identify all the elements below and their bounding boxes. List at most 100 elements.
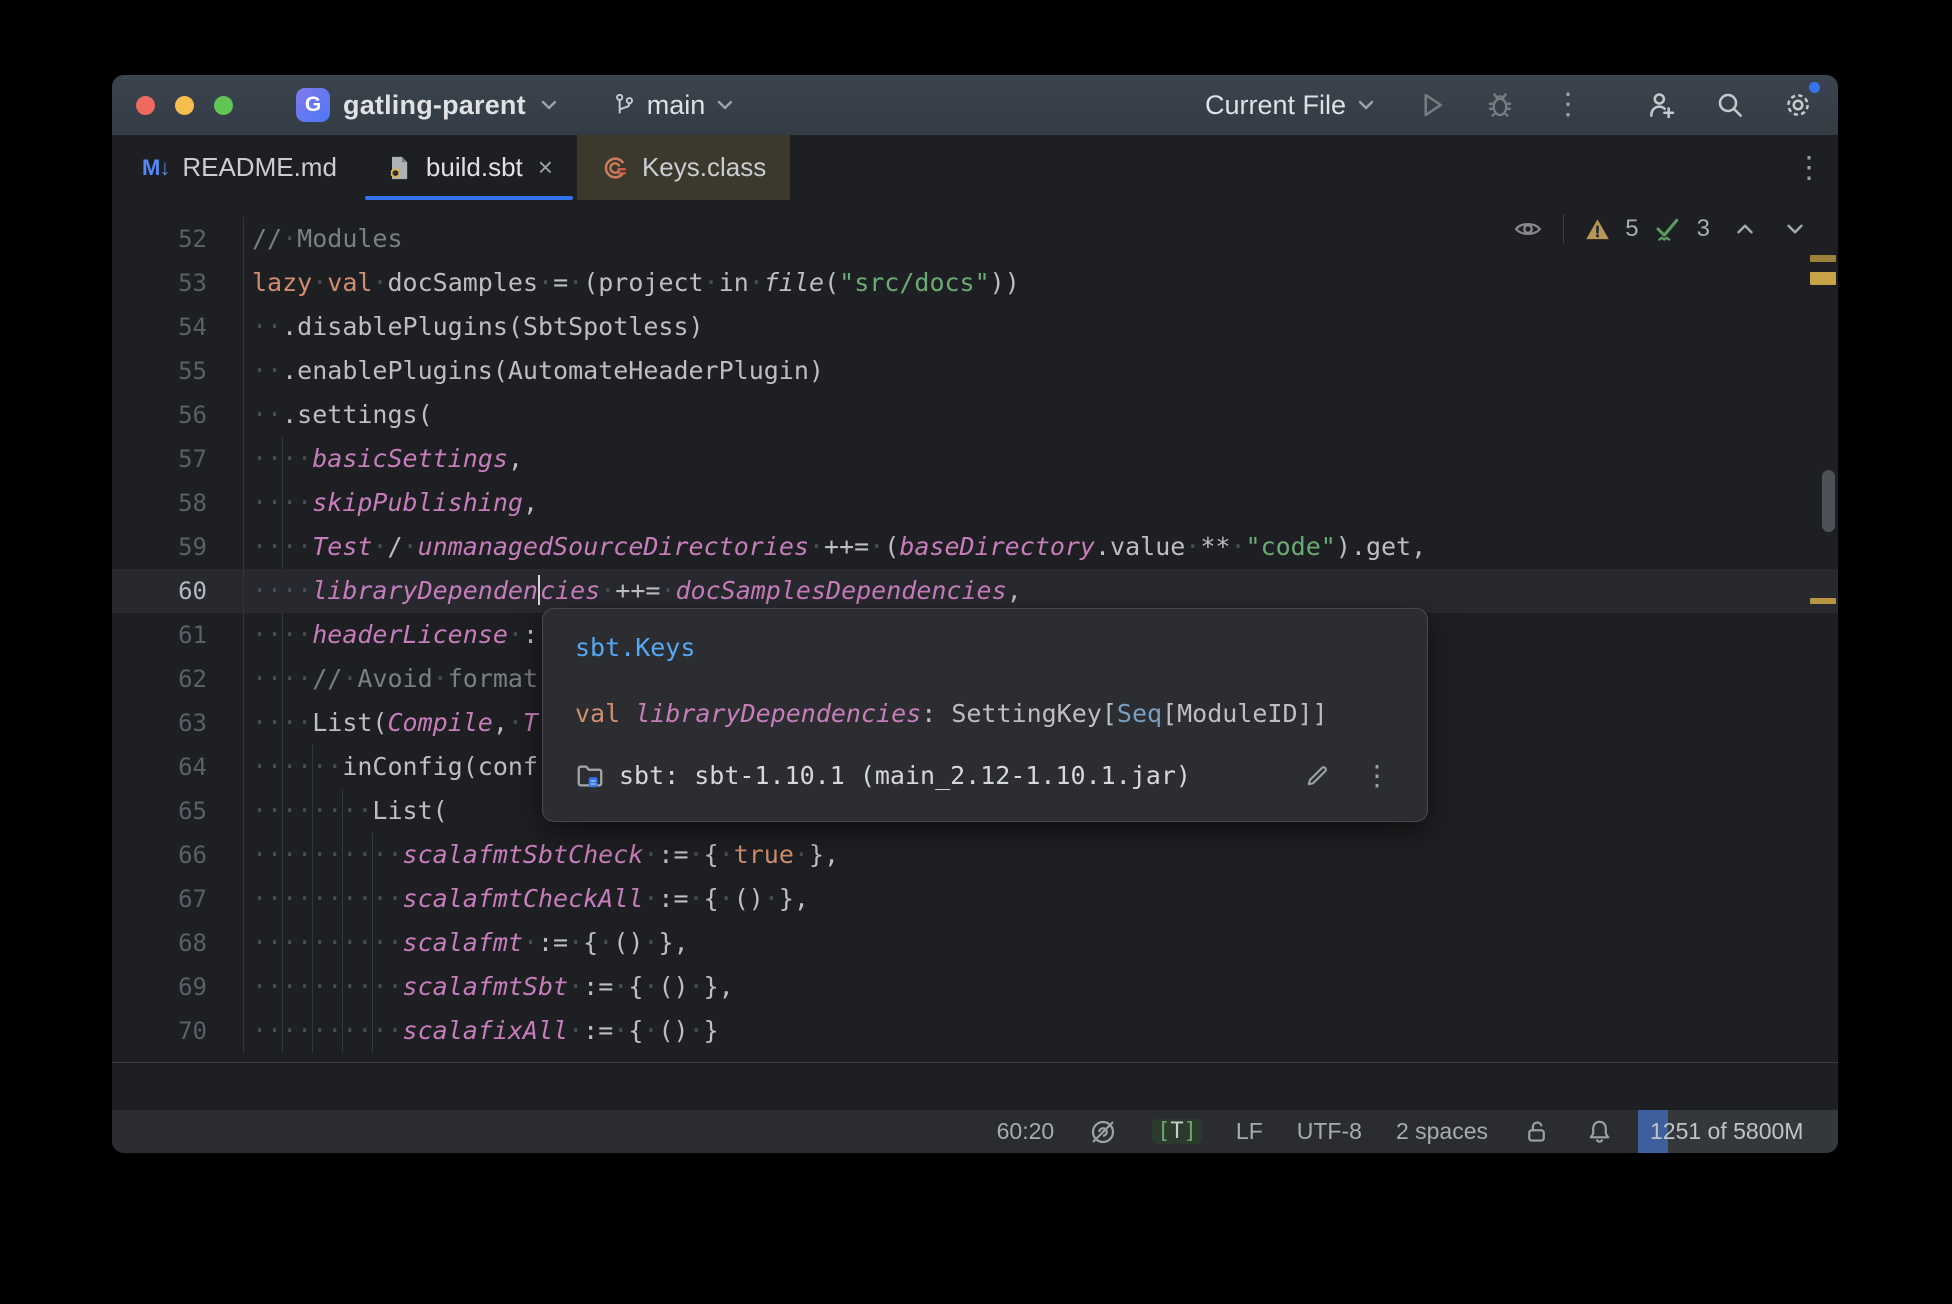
- tab-readme-md[interactable]: M↓ README.md: [118, 135, 361, 200]
- line-number[interactable]: 64: [112, 745, 244, 789]
- unlocked-icon[interactable]: [1522, 1117, 1551, 1146]
- code-text[interactable]: //·Modules: [244, 217, 403, 261]
- code-token: .disablePlugins(SbtSpotless): [282, 312, 703, 341]
- code-text[interactable]: ····skipPublishing,: [244, 481, 538, 525]
- code-line: 70··········scalafixAll·:=·{·()·}: [112, 1009, 1838, 1053]
- scrollbar-thumb[interactable]: [1822, 470, 1835, 532]
- project-widget[interactable]: G gatling-parent: [296, 88, 559, 122]
- tab-build-sbt[interactable]: build.sbt×: [361, 135, 577, 200]
- code-token: :: [921, 699, 951, 728]
- warning-icon[interactable]: [1584, 216, 1611, 243]
- line-number[interactable]: 62: [112, 657, 244, 701]
- code-text[interactable]: ··········scalafixAll·:=·{·()·}: [244, 1009, 719, 1053]
- code-token: ·: [719, 884, 734, 913]
- code-line: 58····skipPublishing,: [112, 481, 1838, 525]
- code-text[interactable]: ······inConfig(conf: [244, 745, 538, 789]
- code-token: },: [779, 884, 809, 913]
- code-text[interactable]: ··········scalafmtSbtCheck·:=·{·true·},: [244, 833, 839, 877]
- warning-stripe-mark[interactable]: [1810, 272, 1836, 285]
- line-number[interactable]: 55: [112, 349, 244, 393]
- encoding-widget[interactable]: UTF-8: [1297, 1118, 1362, 1145]
- popup-more-button[interactable]: ⋮: [1363, 759, 1391, 792]
- search-everywhere-button[interactable]: [1710, 85, 1750, 125]
- warning-count[interactable]: 5: [1625, 215, 1638, 243]
- code-token: ··········: [252, 884, 403, 913]
- debug-button[interactable]: [1480, 85, 1520, 125]
- highlighting-eye-icon[interactable]: [1513, 214, 1543, 244]
- code-token: "src/docs": [839, 268, 990, 297]
- passed-count[interactable]: 3: [1697, 215, 1710, 243]
- indent-widget[interactable]: 2 spaces: [1396, 1118, 1488, 1145]
- line-number[interactable]: 52: [112, 217, 244, 261]
- close-window-button[interactable]: [136, 96, 155, 115]
- code-token: ·: [568, 268, 583, 297]
- close-icon[interactable]: ×: [538, 152, 553, 183]
- warning-stripe-mark[interactable]: [1810, 255, 1836, 262]
- line-number[interactable]: 59: [112, 525, 244, 569]
- code-text[interactable]: ····//·Avoid·format: [244, 657, 538, 701]
- code-token: ·: [660, 576, 675, 605]
- code-token: /: [388, 532, 403, 561]
- editor-tab-bar: M↓ README.md build.sbt× Keys.class ⋮: [112, 135, 1838, 200]
- line-number[interactable]: 68: [112, 921, 244, 965]
- code-text[interactable]: ········List(: [244, 789, 448, 833]
- code-line: 57····basicSettings,: [112, 437, 1838, 481]
- line-number[interactable]: 58: [112, 481, 244, 525]
- code-token: Test: [312, 532, 372, 561]
- checks-passed-icon[interactable]: [1653, 214, 1683, 244]
- caret-position-widget[interactable]: 60:20: [997, 1118, 1055, 1145]
- disabled-highlighting-icon[interactable]: [1088, 1117, 1118, 1147]
- notifications-bell-icon[interactable]: [1585, 1117, 1614, 1146]
- run-configuration-selector[interactable]: Current File: [1205, 90, 1376, 121]
- code-text[interactable]: ··.disablePlugins(SbtSpotless): [244, 305, 704, 349]
- line-number[interactable]: 61: [112, 613, 244, 657]
- code-text[interactable]: ····basicSettings,: [244, 437, 523, 481]
- line-number[interactable]: 60: [112, 569, 244, 613]
- code-text[interactable]: ····Test·/·unmanagedSourceDirectories·++…: [244, 525, 1426, 569]
- code-editor[interactable]: 52//·Modules53lazy·val·docSamples·=·(pro…: [112, 200, 1838, 1110]
- tab-label: README.md: [182, 152, 337, 183]
- run-button[interactable]: [1412, 85, 1452, 125]
- line-number[interactable]: 57: [112, 437, 244, 481]
- code-text[interactable]: ··.settings(: [244, 393, 433, 437]
- line-number[interactable]: 56: [112, 393, 244, 437]
- zoom-window-button[interactable]: [214, 96, 233, 115]
- code-text[interactable]: ··.enablePlugins(AutomateHeaderPlugin): [244, 349, 824, 393]
- line-number[interactable]: 70: [112, 1009, 244, 1053]
- markdown-icon: M↓: [142, 155, 169, 181]
- code-text[interactable]: ··········scalafmtSbt·:=·{·()·},: [244, 965, 734, 1009]
- warning-stripe-mark[interactable]: [1810, 598, 1836, 604]
- settings-button[interactable]: [1778, 85, 1818, 125]
- code-token: {: [628, 972, 643, 1001]
- previous-problem-button[interactable]: [1732, 216, 1758, 242]
- next-problem-button[interactable]: [1782, 216, 1808, 242]
- tab-keys-class[interactable]: Keys.class: [577, 135, 790, 200]
- line-number[interactable]: 53: [112, 261, 244, 305]
- bug-icon: [1485, 90, 1515, 120]
- memory-indicator[interactable]: 1251 of 5800M: [1638, 1110, 1838, 1153]
- vcs-branch-widget[interactable]: main: [611, 90, 736, 121]
- line-number[interactable]: 63: [112, 701, 244, 745]
- line-number[interactable]: 65: [112, 789, 244, 833]
- line-number[interactable]: 67: [112, 877, 244, 921]
- code-text[interactable]: lazy·val·docSamples·=·(project·in·file("…: [244, 261, 1020, 305]
- branch-name: main: [647, 90, 706, 121]
- edit-source-button[interactable]: [1303, 762, 1331, 790]
- line-separator-widget[interactable]: LF: [1236, 1118, 1263, 1145]
- line-number[interactable]: 54: [112, 305, 244, 349]
- type-hints-toggle[interactable]: [T]: [1152, 1119, 1202, 1144]
- code-text[interactable]: ····headerLicense·:: [244, 613, 538, 657]
- code-text[interactable]: ····libraryDependencies·++=·docSamplesDe…: [244, 569, 1022, 613]
- code-with-me-button[interactable]: [1642, 85, 1682, 125]
- code-text[interactable]: ··········scalafmtCheckAll·:=·{·()·},: [244, 877, 809, 921]
- tab-options-button[interactable]: ⋮: [1794, 150, 1824, 185]
- git-branch-icon: [611, 92, 637, 118]
- code-token: (): [734, 884, 764, 913]
- code-token: ++=: [615, 576, 660, 605]
- line-number[interactable]: 69: [112, 965, 244, 1009]
- line-number[interactable]: 66: [112, 833, 244, 877]
- minimize-window-button[interactable]: [175, 96, 194, 115]
- code-text[interactable]: ··········scalafmt·:=·{·()·},: [244, 921, 689, 965]
- more-actions-button[interactable]: ⋮: [1548, 85, 1588, 125]
- code-text[interactable]: ····List(Compile,·T: [244, 701, 538, 745]
